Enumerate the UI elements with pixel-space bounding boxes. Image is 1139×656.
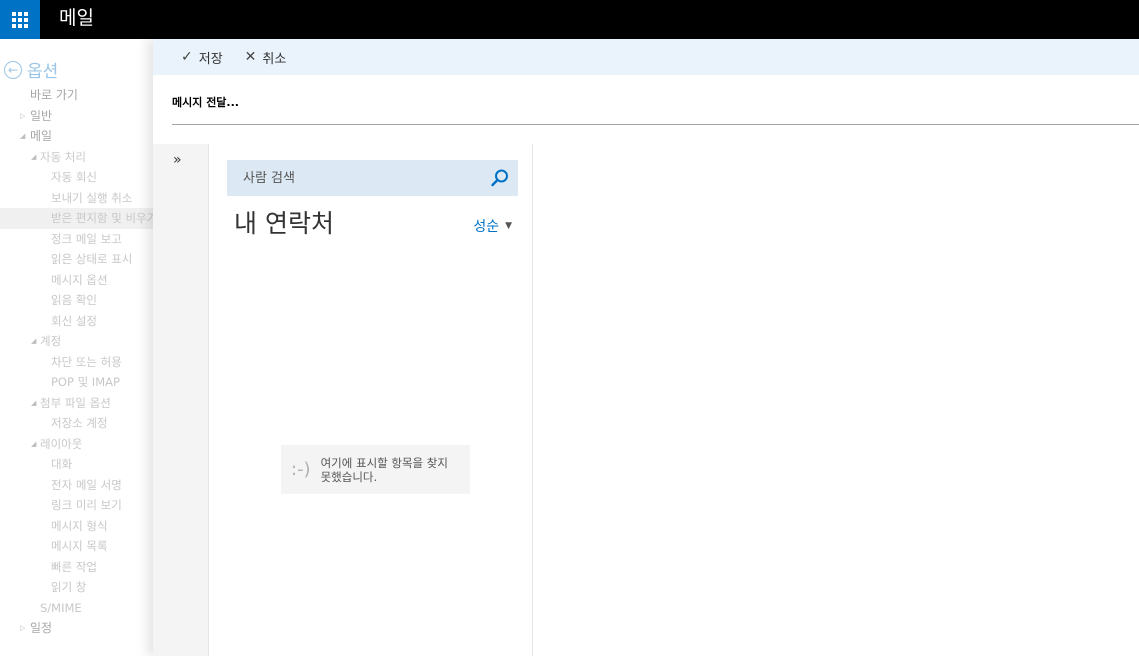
nav-item-label: S/MIME [40, 600, 82, 615]
app-title: 메일 [59, 7, 94, 29]
sort-dropdown[interactable]: 성순 ▼ [473, 216, 512, 236]
cancel-label: 취소 [262, 51, 287, 67]
nav-item[interactable]: 받은 편지함 및 비우기 규칙 [0, 208, 160, 229]
forward-message-title: 메시지 전달... [172, 96, 239, 109]
collapse-arrow-icon[interactable]: ◢ [31, 147, 36, 168]
nav-item[interactable]: ◢ 메일 [0, 126, 160, 147]
nav-item-label: 저장소 계정 [51, 416, 108, 430]
back-arrow-icon: ← [4, 60, 22, 79]
options-panel: ✓ 저장 ✕ 취소 메시지 전달... » 내 연락처 성순 ▼ [153, 39, 1139, 656]
nav-item[interactable]: 대화 [0, 454, 160, 475]
expand-arrow-icon[interactable]: ▷ [20, 618, 25, 639]
nav-item-label: 자동 처리 [40, 149, 86, 164]
nav-item[interactable]: 읽음 확인 [0, 290, 160, 311]
nav-item[interactable]: 정크 메일 보고 [0, 229, 160, 250]
app-launcher-button[interactable] [0, 0, 40, 39]
search-icon[interactable] [490, 168, 510, 188]
nav-item[interactable]: 차단 또는 허용 [0, 352, 160, 373]
nav-item-label: 레이아웃 [40, 436, 83, 451]
chevron-down-icon: ▼ [505, 221, 512, 231]
close-icon: ✕ [244, 49, 257, 65]
back-label: 옵션 [27, 62, 59, 82]
nav-item[interactable]: 빠른 작업 [0, 557, 160, 578]
people-search [227, 160, 518, 196]
people-search-input[interactable] [227, 170, 482, 186]
sort-label: 성순 [473, 219, 500, 235]
nav-item-label: 보내기 실행 취소 [51, 190, 133, 205]
nav-item[interactable]: 바로 가기 [0, 85, 160, 106]
expand-column: » [153, 144, 209, 656]
nav-item-label: 빠른 작업 [51, 559, 97, 574]
save-label: 저장 [198, 51, 223, 67]
nav-item[interactable]: 메시지 목록 [0, 536, 160, 557]
back-to-options-button[interactable]: ← 옵션 [4, 57, 58, 82]
nav-item[interactable]: ◢ 계정 [0, 331, 160, 352]
collapse-arrow-icon[interactable]: ◢ [31, 331, 36, 352]
expand-icon[interactable]: » [173, 152, 182, 168]
divider [172, 124, 1139, 125]
nav-item[interactable]: ◢ 레이아웃 [0, 434, 160, 455]
nav-item[interactable]: 회신 설정 [0, 311, 160, 332]
nav-item[interactable]: 자동 회신 [0, 167, 160, 188]
expand-arrow-icon[interactable]: ▷ [20, 106, 25, 127]
options-nav: ← 옵션 바로 가기 ▷ 일반 ◢ 메일 ◢ 자동 처리자동 회신보내기 실행 취소받은 편… [0, 39, 160, 656]
nav-item-label: 바로 가기 [30, 88, 78, 102]
nav-item-label: 차단 또는 허용 [51, 354, 122, 369]
nav-item[interactable]: ▷ 일반 [0, 106, 160, 127]
nav-item-label: 읽음 확인 [51, 293, 97, 307]
nav-item-label: 메시지 형식 [51, 518, 108, 533]
collapse-arrow-icon[interactable]: ◢ [31, 393, 36, 414]
nav-item-label: 메시지 옵션 [51, 272, 108, 287]
nav-item[interactable]: ◢ 자동 처리 [0, 147, 160, 168]
nav-item[interactable]: 메시지 옵션 [0, 270, 160, 291]
empty-state: :-) 여기에 표시할 항목을 찾지 못했습니다. [281, 445, 470, 494]
nav-item-label: POP 및 IMAP [51, 375, 120, 389]
nav-item-label: 읽은 상태로 표시 [51, 252, 133, 266]
nav-item-label: 전자 메일 서명 [51, 477, 122, 492]
cancel-button[interactable]: ✕ 취소 [245, 48, 287, 67]
nav-item-label: 첨부 파일 옵션 [40, 395, 111, 410]
nav-item[interactable]: 링크 미리 보기 [0, 495, 160, 516]
emoticon-icon: :-) [291, 459, 311, 480]
nav-item[interactable]: 읽은 상태로 표시 [0, 249, 160, 270]
nav-item-label: 자동 회신 [51, 170, 97, 184]
my-contacts-title: 내 연락처 [234, 209, 334, 238]
collapse-arrow-icon[interactable]: ◢ [31, 434, 36, 455]
save-button[interactable]: ✓ 저장 [181, 48, 223, 67]
nav-item[interactable]: POP 및 IMAP [0, 372, 160, 393]
toolbar: ✓ 저장 ✕ 취소 [153, 39, 1139, 75]
collapse-arrow-icon[interactable]: ◢ [20, 126, 25, 147]
nav-item[interactable]: 메시지 형식 [0, 516, 160, 537]
waffle-icon [12, 11, 28, 28]
contacts-list-column: 내 연락처 성순 ▼ :-) 여기에 표시할 항목을 찾지 못했습니다. [209, 144, 533, 656]
nav-item-label: 일반 [30, 108, 53, 123]
nav-item-label: 정크 메일 보고 [51, 231, 122, 246]
empty-message: 여기에 표시할 항목을 찾지 못했습니다. [320, 455, 448, 484]
nav-item[interactable]: S/MIME [0, 598, 160, 619]
nav-item-label: 읽기 창 [51, 580, 87, 594]
nav-item-label: 대화 [51, 457, 73, 471]
nav-item-label: 메일 [30, 129, 53, 143]
nav-item[interactable]: 전자 메일 서명 [0, 475, 160, 496]
nav-item-label: 계정 [40, 334, 62, 348]
nav-item[interactable]: 저장소 계정 [0, 413, 160, 434]
nav-item[interactable]: 읽기 창 [0, 577, 160, 598]
nav-item-label: 일정 [30, 621, 53, 635]
checkmark-icon: ✓ [181, 49, 193, 65]
top-bar: 메일 [0, 0, 1139, 39]
nav-item[interactable]: 보내기 실행 취소 [0, 188, 160, 209]
nav-tree: 바로 가기 ▷ 일반 ◢ 메일 ◢ 자동 처리자동 회신보내기 실행 취소받은 편지함 및 … [0, 85, 160, 639]
people-picker: » 내 연락처 성순 ▼ :-) 여기에 표시할 항목을 찾지 못했습니다. [153, 144, 533, 656]
nav-item[interactable]: ◢ 첨부 파일 옵션 [0, 393, 160, 414]
nav-item-label: 받은 편지함 및 비우기 규칙 [51, 211, 160, 225]
nav-item-label: 링크 미리 보기 [51, 498, 122, 512]
nav-item[interactable]: ▷ 일정 [0, 618, 160, 639]
nav-item-label: 회신 설정 [51, 313, 97, 328]
nav-item-label: 메시지 목록 [51, 539, 108, 553]
